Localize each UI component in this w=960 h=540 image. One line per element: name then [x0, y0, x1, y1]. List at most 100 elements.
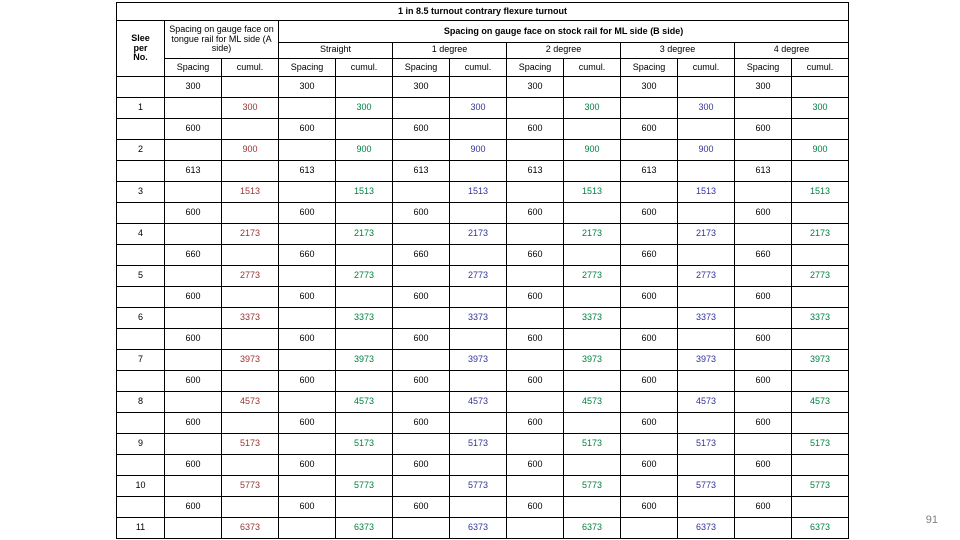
- cell-spacing-empty: [506, 97, 564, 119]
- table-row: 600 600 600 600 600 600: [116, 496, 850, 518]
- cell-spacing-empty: [164, 223, 222, 245]
- cell-cumul: 3373: [677, 307, 735, 329]
- cell-spacing-empty: [392, 97, 450, 119]
- cell-spacing: 600: [392, 202, 450, 224]
- cell-cumul-empty: [563, 76, 621, 98]
- cell-cumul: 300: [449, 97, 507, 119]
- cell-cumul-empty: [335, 118, 393, 140]
- cell-spacing: 600: [620, 454, 678, 476]
- cell-cumul: 2173: [449, 223, 507, 245]
- cell-spacing: 613: [734, 160, 792, 182]
- cell-spacing-empty: [392, 223, 450, 245]
- cell-cumul: 5773: [221, 475, 279, 497]
- cell-cumul-empty: [449, 328, 507, 350]
- cell-spacing-empty: [506, 349, 564, 371]
- header-col-cumul-4deg: cumul.: [790, 57, 850, 78]
- cell-spacing: 600: [392, 286, 450, 308]
- cell-cumul: 5173: [563, 433, 621, 455]
- cell-spacing-empty: [506, 181, 564, 203]
- table-row: 4 2173 2173 2173 2173 2173 2173: [116, 223, 850, 245]
- cell-sleeper-no: [116, 286, 165, 308]
- cell-sleeper-no: 11: [116, 517, 165, 539]
- cell-spacing-empty: [164, 349, 222, 371]
- cell-spacing: 600: [734, 370, 792, 392]
- cell-cumul-empty: [677, 454, 735, 476]
- cell-cumul: 1513: [221, 181, 279, 203]
- header-sleeper-no: Slee per No.: [116, 20, 165, 77]
- header-subgroup-3-degree: 3 degree: [620, 41, 735, 59]
- cell-sleeper-no: 3: [116, 181, 165, 203]
- header-col-cumul-2deg: cumul.: [563, 57, 621, 78]
- cell-sleeper-no: 1: [116, 97, 165, 119]
- cell-spacing: 600: [734, 454, 792, 476]
- cell-spacing: 600: [620, 370, 678, 392]
- cell-cumul: 5173: [335, 433, 393, 455]
- cell-cumul: 3973: [449, 349, 507, 371]
- cell-cumul: 900: [563, 139, 621, 161]
- cell-cumul: 6373: [335, 517, 393, 539]
- cell-spacing-empty: [506, 139, 564, 161]
- cell-spacing-empty: [278, 349, 336, 371]
- cell-spacing-empty: [506, 265, 564, 287]
- cell-cumul-empty: [335, 454, 393, 476]
- cell-sleeper-no: [116, 244, 165, 266]
- cell-cumul-empty: [221, 244, 279, 266]
- cell-spacing: 600: [278, 202, 336, 224]
- cell-cumul-empty: [677, 370, 735, 392]
- cell-cumul-empty: [335, 496, 393, 518]
- cell-cumul-empty: [790, 412, 850, 434]
- cell-spacing: 600: [620, 118, 678, 140]
- cell-cumul: 2173: [221, 223, 279, 245]
- cell-cumul: 5173: [677, 433, 735, 455]
- table-row: 660 660 660 660 660 660: [116, 244, 850, 266]
- cell-sleeper-no: 10: [116, 475, 165, 497]
- table-body: 1 in 8.5 turnout contrary flexure turnou…: [115, 2, 850, 539]
- table-row: 1 300 300 300 300 300 300: [116, 97, 850, 119]
- cell-cumul-empty: [449, 76, 507, 98]
- cell-spacing: 600: [734, 202, 792, 224]
- cell-spacing: 600: [164, 202, 222, 224]
- header-col-cumul-1deg: cumul.: [449, 57, 507, 78]
- cell-cumul-empty: [221, 118, 279, 140]
- table-row: 600 600 600 600 600 600: [116, 412, 850, 434]
- cell-cumul: 5773: [335, 475, 393, 497]
- cell-spacing-empty: [392, 349, 450, 371]
- cell-sleeper-no: 2: [116, 139, 165, 161]
- cell-sleeper-no: [116, 370, 165, 392]
- cell-cumul: 2773: [677, 265, 735, 287]
- cell-spacing-empty: [506, 391, 564, 413]
- header-col-cumul-a: cumul.: [221, 57, 279, 78]
- cell-cumul-empty: [335, 412, 393, 434]
- cell-cumul-empty: [221, 454, 279, 476]
- cell-spacing-empty: [392, 517, 450, 539]
- table-row: 6 3373 3373 3373 3373 3373 3373: [116, 307, 850, 329]
- cell-spacing-empty: [506, 475, 564, 497]
- cell-cumul: 5773: [449, 475, 507, 497]
- cell-spacing: 600: [392, 496, 450, 518]
- cell-spacing: 660: [506, 244, 564, 266]
- cell-sleeper-no: 7: [116, 349, 165, 371]
- cell-spacing: 300: [392, 76, 450, 98]
- header-col-cumul-straight: cumul.: [335, 57, 393, 78]
- cell-cumul: 1513: [790, 181, 850, 203]
- cell-spacing-empty: [278, 307, 336, 329]
- cell-spacing: 600: [278, 286, 336, 308]
- header-col-spacing-4deg: Spacing: [734, 57, 792, 78]
- cell-cumul: 300: [335, 97, 393, 119]
- cell-spacing: 600: [734, 118, 792, 140]
- header-subgroup-4-degree: 4 degree: [733, 41, 850, 59]
- cell-cumul: 900: [449, 139, 507, 161]
- cell-spacing: 660: [392, 244, 450, 266]
- cell-spacing-empty: [506, 433, 564, 455]
- cell-spacing-empty: [734, 391, 792, 413]
- cell-cumul-empty: [563, 286, 621, 308]
- header-col-spacing-straight: Spacing: [278, 57, 336, 78]
- cell-spacing-empty: [734, 349, 792, 371]
- cell-cumul: 5173: [221, 433, 279, 455]
- cell-spacing: 600: [278, 370, 336, 392]
- cell-spacing-empty: [164, 181, 222, 203]
- cell-spacing: 600: [392, 118, 450, 140]
- cell-cumul-empty: [335, 202, 393, 224]
- cell-spacing: 300: [506, 76, 564, 98]
- title-row: 1 in 8.5 turnout contrary flexure turnou…: [115, 2, 850, 21]
